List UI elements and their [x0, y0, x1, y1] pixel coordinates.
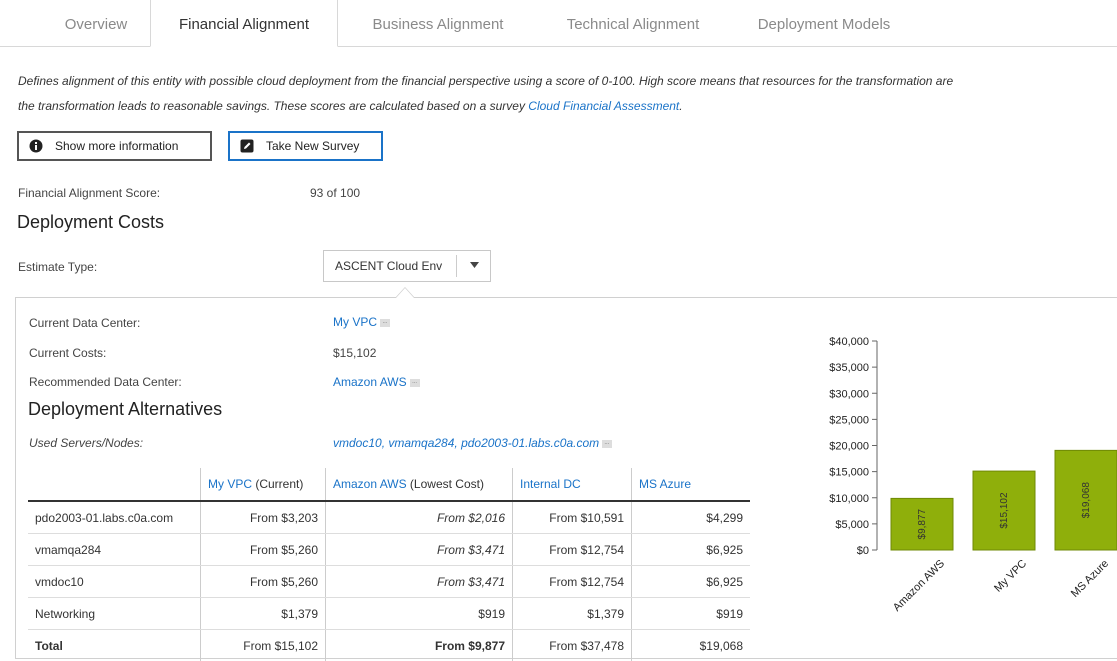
- table-cell: $1,379: [513, 598, 632, 630]
- table-cell: $919: [326, 598, 513, 630]
- row-label: Total: [28, 630, 201, 661]
- current-costs-label: Current Costs:: [29, 346, 106, 360]
- current-data-center-value: My VPC...: [333, 315, 390, 329]
- column-header-server: [28, 468, 201, 501]
- current-data-center-link[interactable]: My VPC: [333, 315, 377, 329]
- y-tick-label: $5,000: [835, 519, 869, 531]
- y-tick-label: $35,000: [829, 362, 869, 374]
- used-servers-value: vmdoc10, vmamqa284, pdo2003-01.labs.c0a.…: [333, 436, 612, 450]
- deployment-alternatives-table: My VPC (Current) Amazon AWS (Lowest Cost…: [28, 468, 750, 661]
- table-row: vmdoc10 From $5,260 From $3,471 From $12…: [28, 566, 750, 598]
- y-tick-label: $30,000: [829, 388, 869, 400]
- table-cell: From $37,478: [513, 630, 632, 661]
- table-row: pdo2003-01.labs.c0a.com From $3,203 From…: [28, 501, 750, 534]
- recommended-data-center-value: Amazon AWS...: [333, 375, 420, 389]
- table-cell: From $9,877: [326, 630, 513, 661]
- tab-financial-alignment[interactable]: Financial Alignment: [150, 0, 338, 47]
- recommended-data-center-link[interactable]: Amazon AWS: [333, 375, 407, 389]
- y-tick-label: $25,000: [829, 414, 869, 426]
- table-cell: $6,925: [632, 566, 751, 598]
- table-cell: $19,068: [632, 630, 751, 661]
- column-header-amazon-aws[interactable]: Amazon AWS (Lowest Cost): [326, 468, 513, 501]
- y-tick-label: $10,000: [829, 493, 869, 505]
- estimate-type-label: Estimate Type:: [18, 260, 97, 274]
- table-header-row: My VPC (Current) Amazon AWS (Lowest Cost…: [28, 468, 750, 501]
- panel-caret: [395, 287, 415, 298]
- show-more-information-button[interactable]: Show more information: [17, 131, 212, 161]
- deployment-alternatives-title: Deployment Alternatives: [28, 399, 222, 420]
- table-row: Networking $1,379 $919 $1,379 $919: [28, 598, 750, 630]
- table-cell: From $12,754: [513, 534, 632, 566]
- column-header-my-vpc[interactable]: My VPC (Current): [201, 468, 326, 501]
- table-row: vmamqa284 From $5,260 From $3,471 From $…: [28, 534, 750, 566]
- y-tick-label: $20,000: [829, 441, 869, 453]
- x-category-label: Amazon AWS: [891, 558, 947, 614]
- table-cell: $919: [632, 598, 751, 630]
- table-cell: From $5,260: [201, 566, 326, 598]
- table-cell: From $3,203: [201, 501, 326, 534]
- column-header-ms-azure[interactable]: MS Azure: [632, 468, 751, 501]
- server-link[interactable]: pdo2003-01.labs.c0a.com: [28, 501, 201, 534]
- tab-bar: Overview Financial Alignment Business Al…: [0, 0, 1117, 47]
- table-cell: $1,379: [201, 598, 326, 630]
- used-servers-label: Used Servers/Nodes:: [29, 436, 143, 450]
- x-category-label: MS Azure: [1069, 558, 1111, 600]
- show-more-information-label: Show more information: [55, 139, 178, 153]
- edit-icon: [240, 139, 254, 153]
- more-icon[interactable]: ...: [602, 440, 612, 448]
- take-new-survey-button[interactable]: Take New Survey: [228, 131, 383, 161]
- more-icon[interactable]: ...: [410, 379, 420, 387]
- financial-alignment-score-value: 93 of 100: [310, 186, 360, 200]
- cloud-financial-assessment-link[interactable]: Cloud Financial Assessment: [528, 99, 679, 113]
- table-cell: From $5,260: [201, 534, 326, 566]
- table-cell: From $3,471: [326, 534, 513, 566]
- server-link[interactable]: vmdoc10: [28, 566, 201, 598]
- description: Defines alignment of this entity with po…: [18, 69, 1117, 119]
- bar-data-label: $15,102: [999, 492, 1010, 529]
- x-category-label: My VPC: [992, 558, 1029, 595]
- tab-technical-alignment[interactable]: Technical Alignment: [540, 0, 726, 46]
- recommended-data-center-label: Recommended Data Center:: [29, 375, 182, 389]
- y-tick-label: $15,000: [829, 467, 869, 479]
- chevron-down-icon[interactable]: [470, 262, 479, 268]
- financial-alignment-score-label: Financial Alignment Score:: [18, 186, 160, 200]
- estimate-type-divider: [456, 255, 457, 277]
- description-end: .: [679, 99, 682, 113]
- take-new-survey-label: Take New Survey: [266, 139, 359, 153]
- y-tick-label: $40,000: [829, 336, 869, 348]
- row-label: Networking: [28, 598, 201, 630]
- table-cell: From $15,102: [201, 630, 326, 661]
- tab-deployment-models[interactable]: Deployment Models: [736, 0, 912, 46]
- estimate-type-value: ASCENT Cloud Env: [335, 259, 442, 273]
- column-header-internal-dc[interactable]: Internal DC: [513, 468, 632, 501]
- description-line-2: the transformation leads to reasonable s…: [18, 94, 1117, 119]
- table-cell: $4,299: [632, 501, 751, 534]
- deployment-costs-title: Deployment Costs: [17, 212, 164, 233]
- table-cell: From $3,471: [326, 566, 513, 598]
- current-costs-value: $15,102: [333, 346, 376, 360]
- current-data-center-label: Current Data Center:: [29, 316, 140, 330]
- more-icon[interactable]: ...: [380, 319, 390, 327]
- table-cell: From $10,591: [513, 501, 632, 534]
- table-cell: From $2,016: [326, 501, 513, 534]
- y-tick-label: $0: [857, 545, 869, 557]
- tab-business-alignment[interactable]: Business Alignment: [348, 0, 528, 46]
- table-cell: $6,925: [632, 534, 751, 566]
- description-line-1: Defines alignment of this entity with po…: [18, 69, 1117, 94]
- tab-overview[interactable]: Overview: [42, 0, 150, 46]
- estimate-type-select[interactable]: ASCENT Cloud Env: [323, 250, 491, 282]
- table-cell: From $12,754: [513, 566, 632, 598]
- bar-data-label: $9,877: [917, 508, 928, 539]
- bar-data-label: $19,068: [1081, 482, 1092, 519]
- deployment-cost-chart: $0 $5,000 $10,000 $15,000 $20,000 $25,000 $30,…: [780, 320, 1117, 654]
- server-link[interactable]: vmamqa284: [28, 534, 201, 566]
- description-line-2-text: the transformation leads to reasonable s…: [18, 99, 525, 113]
- used-servers-link[interactable]: vmdoc10, vmamqa284, pdo2003-01.labs.c0a.…: [333, 436, 599, 450]
- table-row-total: Total From $15,102 From $9,877 From $37,…: [28, 630, 750, 661]
- info-icon: [29, 139, 43, 153]
